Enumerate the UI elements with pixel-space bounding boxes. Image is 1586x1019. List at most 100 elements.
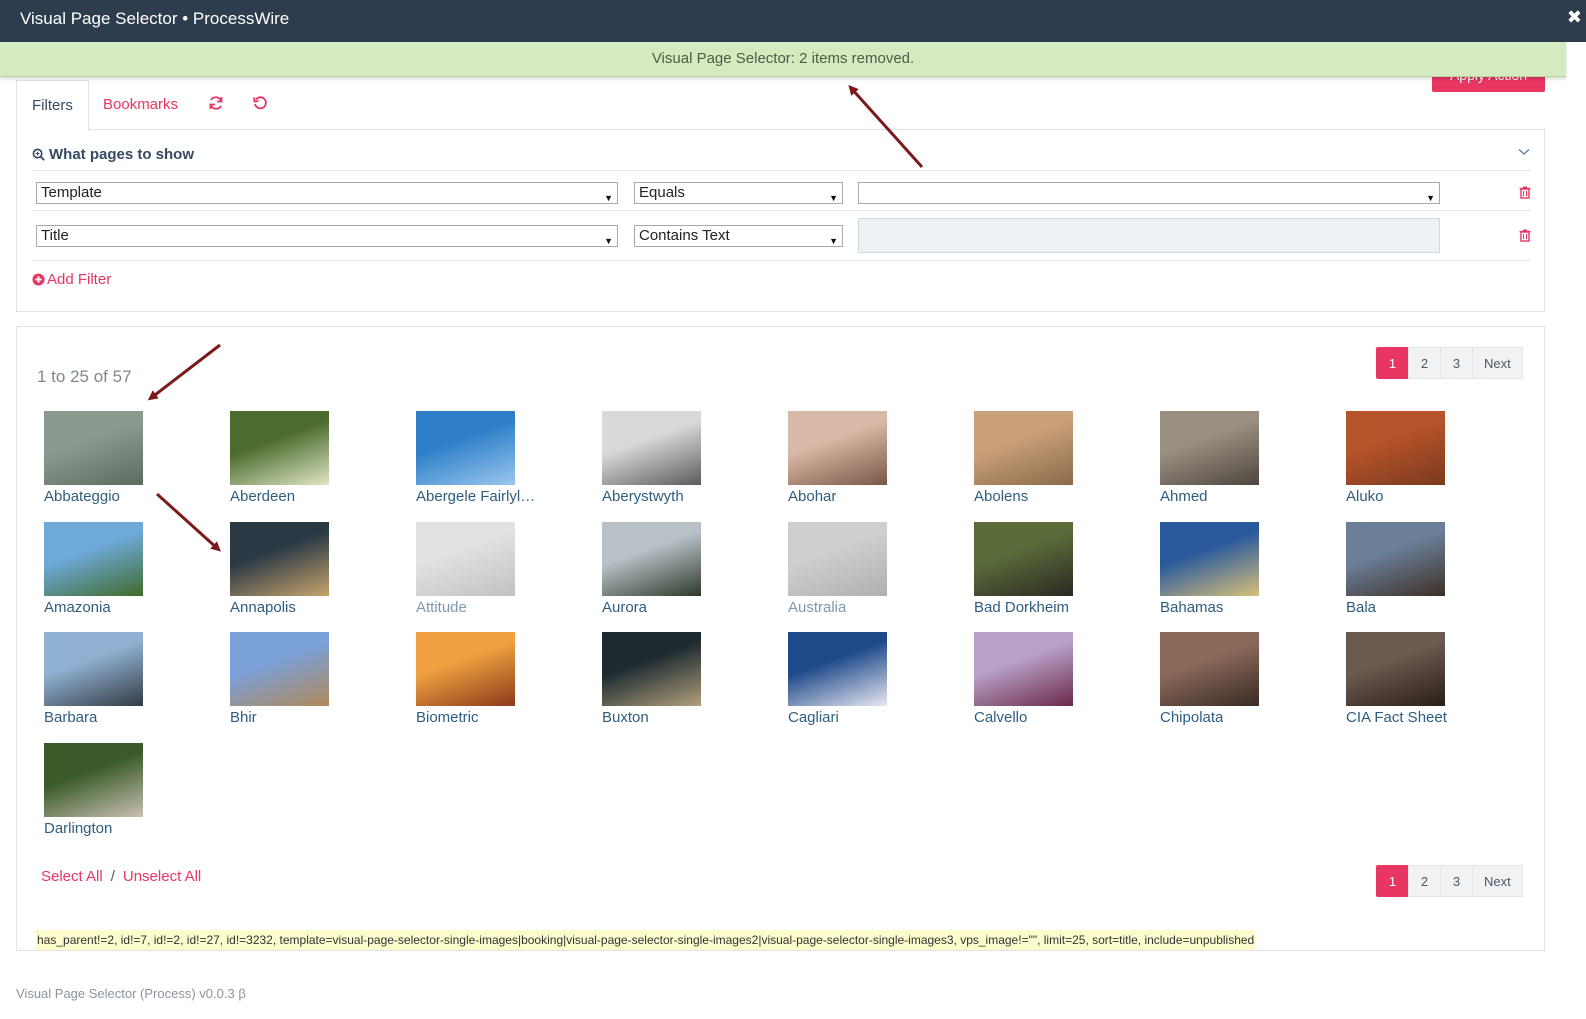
next-page-button[interactable]: Next <box>1472 347 1523 379</box>
filter-operator-select[interactable]: Contains Text ▼ <box>634 225 843 247</box>
thumbnail-title[interactable]: Barbara <box>44 709 97 726</box>
thumbnail-title[interactable]: Attitude <box>416 599 467 616</box>
thumbnail-image[interactable] <box>416 521 515 596</box>
page-thumbnail-item[interactable]: Ahmed <box>1160 411 1320 511</box>
thumbnail-title[interactable]: Bad Dorkheim <box>974 599 1069 616</box>
page-thumbnail-item[interactable]: Bahamas <box>1160 521 1320 622</box>
page-thumbnail-item[interactable]: Bad Dorkheim <box>974 521 1134 622</box>
add-filter-button[interactable]: Add Filter <box>32 271 111 288</box>
thumbnail-title[interactable]: Abergele Fairlyland <box>416 488 536 505</box>
page-thumbnail-item[interactable]: Annapolis <box>230 521 390 622</box>
thumbnail-title[interactable]: Aberdeen <box>230 488 295 505</box>
filter-operator-select[interactable]: Equals ▼ <box>634 182 843 204</box>
thumbnail-title[interactable]: Bala <box>1346 599 1376 616</box>
trash-icon[interactable] <box>1519 186 1531 199</box>
page-3-button[interactable]: 3 <box>1440 347 1473 379</box>
chevron-down-icon[interactable] <box>1518 148 1530 156</box>
page-thumbnail-item[interactable]: Abolens <box>974 411 1134 511</box>
page-thumbnail-item[interactable]: Aberystwyth <box>602 411 762 511</box>
thumbnail-title[interactable]: Ahmed <box>1160 488 1208 505</box>
filters-heading[interactable]: What pages to show <box>32 146 194 163</box>
page-thumbnail-item[interactable]: Aberdeen <box>230 411 390 511</box>
thumbnail-title[interactable]: Chipolata <box>1160 709 1223 726</box>
thumbnail-title[interactable]: Abolens <box>974 488 1028 505</box>
thumbnail-image[interactable] <box>974 632 1073 707</box>
select-all-link[interactable]: Select All <box>41 868 103 885</box>
thumbnail-image[interactable] <box>1160 632 1259 707</box>
page-thumbnail-item[interactable]: Bhir <box>230 632 390 732</box>
thumbnail-image[interactable] <box>1346 521 1445 596</box>
page-thumbnail-item[interactable]: Calvello <box>974 632 1134 732</box>
thumbnail-image[interactable] <box>1346 411 1445 485</box>
thumbnail-title[interactable]: Cagliari <box>788 709 839 726</box>
thumbnail-title[interactable]: CIA Fact Sheet <box>1346 709 1447 726</box>
page-thumbnail-item[interactable]: Cagliari <box>788 632 948 732</box>
thumbnail-image[interactable] <box>1346 632 1445 707</box>
reset-icon[interactable] <box>252 95 268 111</box>
page-1-button[interactable]: 1 <box>1376 865 1409 897</box>
tab-bookmarks[interactable]: Bookmarks <box>103 80 178 130</box>
thumbnail-image[interactable] <box>788 411 887 485</box>
thumbnail-title[interactable]: Biometric <box>416 709 479 726</box>
page-2-button[interactable]: 2 <box>1408 347 1441 379</box>
thumbnail-title[interactable]: Aberystwyth <box>602 488 684 505</box>
page-thumbnail-item[interactable]: Amazonia <box>44 521 204 622</box>
page-thumbnail-item[interactable]: Buxton <box>602 632 762 732</box>
tab-filters[interactable]: Filters <box>16 80 89 131</box>
filter-value-select[interactable]: ▼ <box>858 182 1440 204</box>
page-thumbnail-item[interactable]: Chipolata <box>1160 632 1320 732</box>
thumbnail-image[interactable] <box>1160 411 1259 485</box>
page-thumbnail-item[interactable]: Abergele Fairlyland <box>416 411 576 511</box>
thumbnail-title[interactable]: Darlington <box>44 820 112 837</box>
page-thumbnail-item[interactable]: Bala <box>1346 521 1506 622</box>
page-3-button[interactable]: 3 <box>1440 865 1473 897</box>
thumbnail-title[interactable]: Aluko <box>1346 488 1384 505</box>
page-thumbnail-item[interactable]: Aluko <box>1346 411 1506 511</box>
thumbnail-image[interactable] <box>416 411 515 485</box>
thumbnail-image[interactable] <box>230 632 329 707</box>
thumbnail-image[interactable] <box>974 411 1073 485</box>
page-1-button[interactable]: 1 <box>1376 347 1409 379</box>
filter-text-input[interactable] <box>858 218 1440 253</box>
thumbnail-image[interactable] <box>1160 521 1259 596</box>
thumbnail-image[interactable] <box>602 411 701 485</box>
thumbnail-image[interactable] <box>230 521 329 596</box>
thumbnail-title[interactable]: Bahamas <box>1160 599 1223 616</box>
page-thumbnail-item[interactable]: Abohar <box>788 411 948 511</box>
thumbnail-title[interactable]: Buxton <box>602 709 649 726</box>
thumbnail-image[interactable] <box>974 521 1073 596</box>
thumbnail-title[interactable]: Amazonia <box>44 599 111 616</box>
thumbnail-title[interactable]: Annapolis <box>230 599 296 616</box>
page-thumbnail-item[interactable]: Barbara <box>44 632 204 732</box>
refresh-icon[interactable] <box>208 95 224 111</box>
page-thumbnail-item[interactable]: Biometric <box>416 632 576 732</box>
thumbnail-image[interactable] <box>602 632 701 707</box>
page-thumbnail-item[interactable]: CIA Fact Sheet <box>1346 632 1506 732</box>
trash-icon[interactable] <box>1519 229 1531 242</box>
thumbnail-image[interactable] <box>44 521 143 596</box>
thumbnail-image[interactable] <box>788 521 887 596</box>
unselect-all-link[interactable]: Unselect All <box>123 868 201 885</box>
filter-field-select[interactable]: Template ▼ <box>36 182 618 204</box>
thumbnail-image[interactable] <box>44 743 143 818</box>
thumbnail-image[interactable] <box>230 411 329 485</box>
thumbnail-image[interactable] <box>788 632 887 707</box>
filter-field-select[interactable]: Title ▼ <box>36 225 618 247</box>
page-thumbnail-item[interactable]: Australia <box>788 521 948 622</box>
thumbnail-title[interactable]: Australia <box>788 599 846 616</box>
thumbnail-image[interactable] <box>44 632 143 707</box>
close-icon[interactable]: ✖ <box>1567 7 1582 28</box>
next-page-button[interactable]: Next <box>1472 865 1523 897</box>
thumbnail-image[interactable] <box>416 632 515 707</box>
thumbnail-title[interactable]: Abohar <box>788 488 836 505</box>
thumbnail-image[interactable] <box>602 521 701 596</box>
thumbnail-title[interactable]: Bhir <box>230 709 257 726</box>
page-thumbnail-item[interactable]: Aurora <box>602 521 762 622</box>
thumbnail-title[interactable]: Calvello <box>974 709 1027 726</box>
page-thumbnail-item[interactable]: Attitude <box>416 521 576 622</box>
page-thumbnail-item[interactable]: Darlington <box>44 743 204 843</box>
thumbnail-image[interactable] <box>44 411 143 485</box>
page-thumbnail-item[interactable]: Abbateggio <box>44 411 204 511</box>
thumbnail-title[interactable]: Abbateggio <box>44 488 120 505</box>
page-2-button[interactable]: 2 <box>1408 865 1441 897</box>
